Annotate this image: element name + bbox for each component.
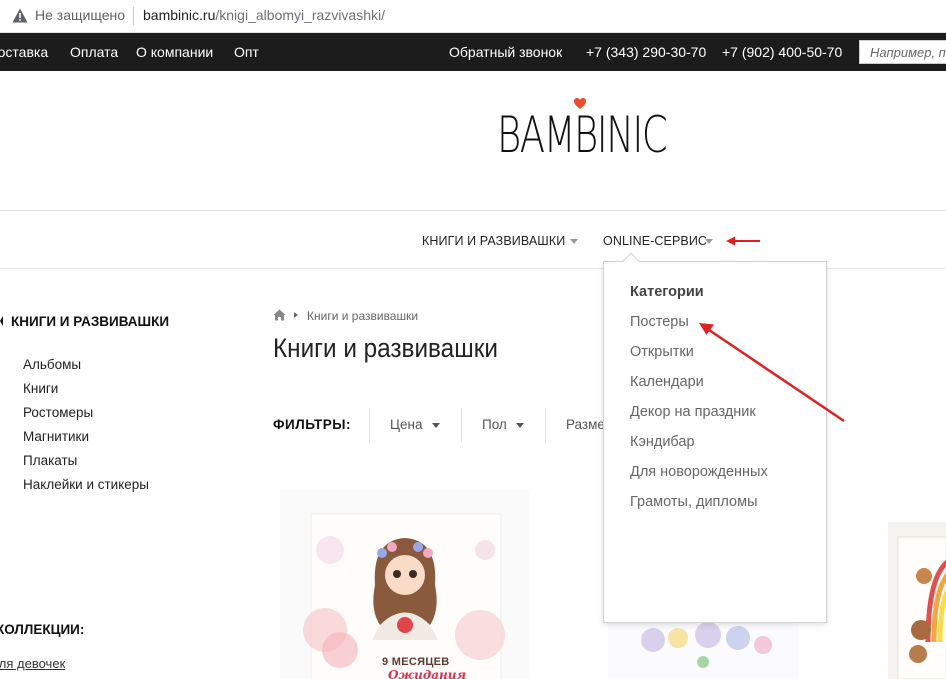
book-cover-title: 9 МЕСЯЦЕВ [382, 656, 450, 668]
sidebar-item-stickers[interactable]: Наклейки и стикеры [23, 477, 149, 501]
site-logo[interactable]: BAMBINIC [497, 96, 668, 176]
url-host: bambinic.ru [143, 7, 216, 23]
sidebar-heading[interactable]: КНИГИ И РАЗВИВАШКИ [0, 314, 169, 329]
nav-online-service[interactable]: ONLINE-СЕРВИС [603, 234, 707, 248]
nav-books[interactable]: КНИГИ И РАЗВИВАШКИ [422, 234, 565, 248]
sidebar-item-magnets[interactable]: Магнитики [23, 429, 149, 453]
security-status[interactable]: Не защищено [35, 7, 125, 23]
arrow-left-icon [0, 316, 3, 326]
sidebar-heading-text: КНИГИ И РАЗВИВАШКИ [11, 314, 170, 329]
red-arrow-annotation-diagonal [699, 323, 845, 423]
url-text[interactable]: bambinic.ru/knigi_albomyi_razvivashki/ [143, 7, 385, 23]
url-path: /knigi_albomyi_razvivashki/ [215, 7, 386, 23]
collection-link-girls[interactable]: Для девочек [0, 656, 65, 671]
sidebar-item-albums[interactable]: Альбомы [23, 357, 149, 381]
dropdown-heading: Категории [630, 284, 704, 300]
divider-top [0, 210, 946, 211]
chevron-down-icon[interactable] [705, 239, 713, 244]
product-image-3 [888, 522, 946, 679]
chevron-down-icon[interactable] [570, 239, 578, 244]
heart-icon [574, 98, 586, 109]
breadcrumb-current: Книги и развивашки [307, 309, 419, 323]
topnav-wholesale-link[interactable]: Опт [234, 44, 259, 60]
filter-price[interactable]: Цена [390, 417, 422, 432]
phone-link-2[interactable]: +7 (902) 400-50-70 [722, 44, 842, 60]
filters-label: ФИЛЬТРЫ: [273, 417, 351, 432]
book-cover-subtitle: Ожидания [388, 668, 466, 679]
red-arrow-annotation [726, 236, 760, 246]
product-card-3[interactable] [888, 522, 946, 679]
sidebar-item-books[interactable]: Книги [23, 381, 149, 405]
dropdown-item-newborns[interactable]: Для новорожденных [630, 464, 768, 494]
top-nav-bar: Доставка Оплата О компании Опт Обратный … [0, 33, 946, 71]
phone-link-1[interactable]: +7 (343) 290-30-70 [586, 44, 706, 60]
filter-divider [461, 408, 462, 442]
filter-gender[interactable]: Пол [482, 417, 507, 432]
home-icon[interactable] [273, 309, 286, 321]
browser-address-bar: Не защищено bambinic.ru/knigi_albomyi_ra… [0, 0, 946, 33]
filter-divider [369, 408, 370, 442]
sidebar-item-height-charts[interactable]: Ростомеры [23, 405, 149, 429]
search-box [859, 40, 946, 64]
page-title: Книги и развивашки [273, 333, 498, 363]
chevron-down-icon[interactable] [432, 423, 440, 428]
topnav-payment-link[interactable]: Оплата [70, 44, 118, 60]
chevron-down-icon[interactable] [516, 423, 524, 428]
search-input[interactable] [860, 41, 946, 63]
dropdown-item-diplomas[interactable]: Грамоты, дипломы [630, 494, 768, 524]
collections-heading: КОЛЛЕКЦИИ: [0, 622, 85, 637]
filter-divider [545, 408, 546, 442]
address-divider [133, 7, 134, 25]
breadcrumb-separator-icon [294, 312, 298, 318]
topnav-about-link[interactable]: О компании [136, 44, 213, 60]
sidebar-list: Альбомы Книги Ростомеры Магнитики Плакат… [23, 357, 149, 501]
sidebar-item-posters[interactable]: Плакаты [23, 453, 149, 477]
product-card-book[interactable]: 9 МЕСЯЦЕВ Ожидания [280, 490, 530, 679]
dropdown-item-candybar[interactable]: Кэндибар [630, 434, 768, 464]
callback-link[interactable]: Обратный звонок [449, 44, 562, 60]
logo-text: BAMBINIC [497, 106, 668, 164]
warning-icon[interactable] [12, 8, 28, 23]
topnav-delivery-link[interactable]: Доставка [0, 44, 48, 60]
product-image-book [280, 490, 530, 679]
